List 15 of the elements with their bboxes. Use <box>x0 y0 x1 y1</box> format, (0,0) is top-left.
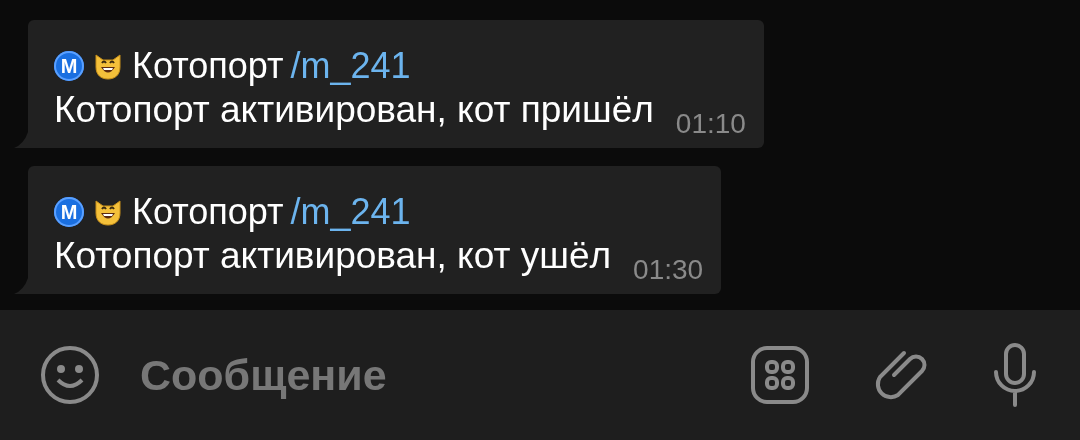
message-time: 01:10 <box>675 110 746 138</box>
sender-name: Котопорт <box>132 192 284 232</box>
emoji-icon[interactable] <box>40 345 100 405</box>
sticker-grid-icon[interactable] <box>750 345 810 405</box>
cat-face-icon <box>93 51 123 81</box>
message-text: Котопорт активирован, кот ушёл <box>54 234 612 278</box>
message-time: 01:30 <box>633 256 704 284</box>
message-text: Котопорт активирован, кот пришёл <box>54 88 654 132</box>
metro-badge: M <box>54 51 84 81</box>
cat-face-icon <box>93 197 123 227</box>
metro-badge: M <box>54 197 84 227</box>
command-link[interactable]: /m_241 <box>290 46 411 86</box>
microphone-icon[interactable] <box>992 342 1038 408</box>
command-link[interactable]: /m_241 <box>290 192 411 232</box>
sender-name: Котопорт <box>132 46 284 86</box>
